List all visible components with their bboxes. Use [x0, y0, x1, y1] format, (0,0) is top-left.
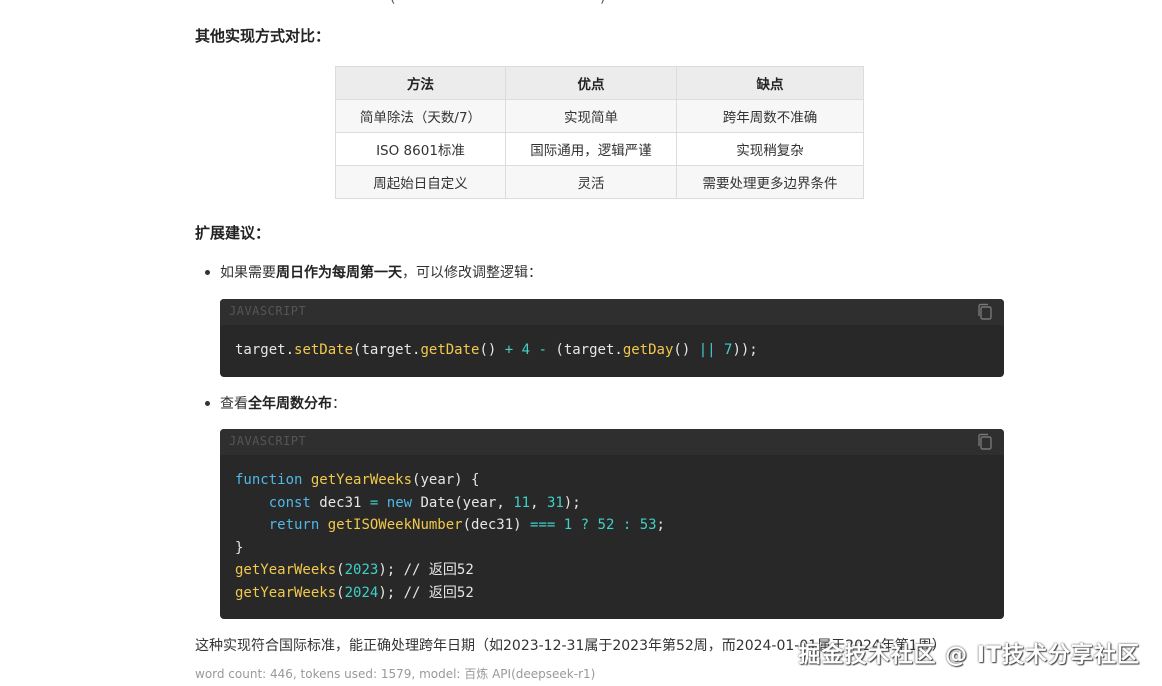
- code-header: JAVASCRIPT: [220, 429, 1004, 455]
- table-cell: 周起始日自定义: [335, 165, 506, 199]
- header-pros: 优点: [505, 66, 677, 100]
- table-cell: 简单除法（天数/7）: [335, 99, 506, 133]
- header-cons: 缺点: [676, 66, 864, 100]
- table-row: 简单除法（天数/7） 实现简单 跨年周数不准确: [335, 99, 864, 133]
- bullet-text: 如果需要周日作为每周第一天，可以修改调整逻辑：: [220, 265, 542, 281]
- header-method: 方法: [335, 66, 506, 100]
- copy-icon[interactable]: [976, 433, 994, 451]
- code-block-getyearweeks: JAVASCRIPT function getYearWeeks(year) {…: [220, 429, 1004, 619]
- table-row: 周起始日自定义 灵活 需要处理更多边界条件: [335, 165, 864, 199]
- compare-heading: 其他实现方式对比：: [195, 27, 331, 45]
- table-row: ISO 8601标准 国际通用，逻辑严谨 实现稍复杂: [335, 132, 864, 166]
- bullet-sunday-first: 如果需要周日作为每周第一天，可以修改调整逻辑：: [205, 262, 542, 282]
- table-cell: 国际通用，逻辑严谨: [505, 132, 677, 166]
- code-language-label: JAVASCRIPT: [229, 434, 307, 448]
- table-cell: 实现简单: [505, 99, 677, 133]
- code-content: target.setDate(target.getDate() + 4 - (t…: [235, 342, 758, 358]
- code-content: function getYearWeeks(year) { const dec3…: [235, 472, 665, 601]
- code-language-label: JAVASCRIPT: [229, 304, 307, 318]
- table-cell: ISO 8601标准: [335, 132, 506, 166]
- comparison-table: 方法 优点 缺点 简单除法（天数/7） 实现简单 跨年周数不准确 ISO 860…: [335, 66, 864, 199]
- table-cell: 实现稍复杂: [676, 132, 864, 166]
- table-cell: 灵活: [505, 165, 677, 199]
- table-cell: 需要处理更多边界条件: [676, 165, 864, 199]
- bullet-text: 查看全年周数分布：: [220, 396, 346, 412]
- clipped-previous-line: ( ): [380, 0, 610, 6]
- table-cell: 跨年周数不准确: [676, 99, 864, 133]
- bullet-dot: [205, 400, 210, 406]
- code-block-setdate: JAVASCRIPT target.setDate(target.getDate…: [220, 299, 1004, 377]
- watermark: 掘金技术社区 @ IT技术分享社区: [798, 643, 1140, 668]
- left-paren: (: [390, 0, 395, 6]
- right-paren: ): [600, 0, 605, 6]
- extension-heading: 扩展建议：: [195, 224, 271, 242]
- meta-info: word count: 446, tokens used: 1579, mode…: [195, 667, 596, 681]
- copy-icon[interactable]: [976, 303, 994, 321]
- bullet-year-weeks: 查看全年周数分布：: [205, 393, 346, 413]
- code-header: JAVASCRIPT: [220, 299, 1004, 325]
- table-header-row: 方法 优点 缺点: [335, 66, 864, 100]
- bullet-dot: [205, 269, 210, 275]
